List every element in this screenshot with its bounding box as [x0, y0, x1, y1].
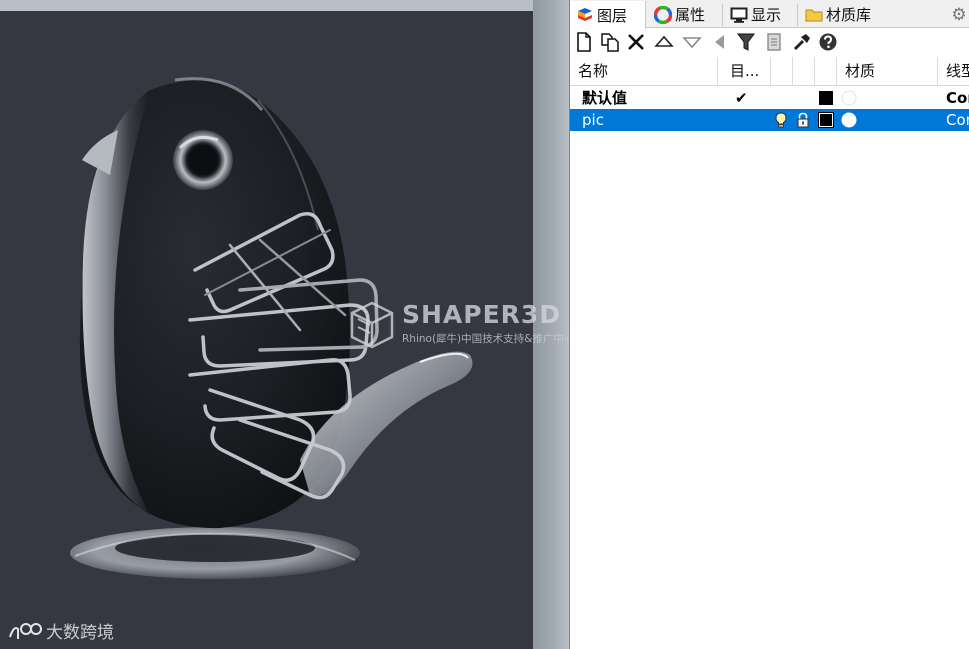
triangle-up-icon: [654, 35, 674, 47]
move-left-button[interactable]: [708, 30, 732, 54]
layer-color-swatch[interactable]: [818, 112, 834, 128]
layer-color-swatch[interactable]: [819, 91, 833, 105]
tab-layers-label: 图层: [597, 6, 628, 25]
layer-linetype[interactable]: Continuous: [946, 109, 969, 131]
tab-material-library[interactable]: 材质库: [799, 1, 895, 28]
corner-logo-icon: [8, 621, 42, 646]
layer-name[interactable]: pic: [582, 109, 712, 131]
current-layer-check-icon[interactable]: ✔: [735, 87, 755, 109]
layer-state-button[interactable]: [762, 30, 786, 54]
funnel-icon: [737, 33, 755, 51]
watermark-title: SHAPER3D: [402, 300, 562, 329]
lightbulb-icon[interactable]: [773, 112, 789, 128]
corner-watermark: 大数跨境: [8, 618, 114, 646]
tab-separator: [797, 4, 798, 26]
tab-separator: [722, 4, 723, 26]
column-separator[interactable]: [814, 57, 815, 86]
corner-watermark-text: 大数跨境: [46, 623, 114, 643]
layers-grid-header: 名称 目... 材质 线型: [570, 57, 969, 86]
layer-name[interactable]: 默认值: [582, 87, 712, 109]
column-separator[interactable]: [792, 57, 793, 86]
lock-icon[interactable]: [795, 112, 811, 128]
table-row[interactable]: pic Continuous: [570, 109, 969, 131]
delete-x-icon: [628, 34, 644, 50]
panel-tab-bar: 图层 属性 显示 材质库 ⚙: [570, 0, 969, 29]
new-document-icon: [577, 32, 591, 52]
layers-icon: [576, 6, 594, 24]
material-sphere-icon[interactable]: [841, 112, 857, 128]
column-header-linetype[interactable]: 线型: [938, 57, 969, 86]
delete-layer-button[interactable]: [624, 30, 648, 54]
material-sphere-icon[interactable]: [841, 90, 857, 106]
triangle-down-icon: [682, 37, 702, 49]
triangle-left-icon: [715, 35, 724, 49]
new-sublayer-button[interactable]: [598, 30, 622, 54]
column-header-current[interactable]: 目...: [718, 57, 770, 86]
tab-properties[interactable]: 属性: [648, 1, 720, 28]
viewport-title-bar: [0, 0, 533, 11]
page-icon: [767, 33, 781, 51]
new-layer-button[interactable]: [572, 30, 596, 54]
help-button[interactable]: [816, 30, 840, 54]
gear-icon[interactable]: ⚙: [950, 6, 968, 24]
hammer-icon: [793, 34, 810, 51]
render-viewport[interactable]: [0, 11, 533, 649]
tab-properties-label: 属性: [675, 6, 706, 24]
monitor-icon: [730, 6, 748, 24]
filter-button[interactable]: [734, 30, 758, 54]
color-wheel-icon: [653, 5, 673, 24]
table-row[interactable]: 默认值 ✔ Continuous: [570, 87, 969, 109]
tab-display-label: 显示: [751, 6, 782, 24]
move-up-button[interactable]: [652, 30, 676, 54]
tab-layers[interactable]: 图层: [570, 1, 646, 29]
folder-icon: [805, 6, 823, 24]
tab-material-library-label: 材质库: [826, 6, 872, 24]
rendered-penguin-model: [70, 77, 473, 579]
watermark-subtitle: Rhino(犀牛)中国技术支持&推广中心: [402, 333, 575, 345]
tab-display[interactable]: 显示: [724, 1, 796, 28]
copy-document-icon: [601, 33, 619, 52]
move-down-button[interactable]: [680, 30, 704, 54]
layer-linetype[interactable]: Continuous: [946, 87, 969, 109]
column-separator[interactable]: [770, 57, 771, 86]
layers-panel: 图层 属性 显示 材质库 ⚙ 名称 目... 材质 线型 默认值 ✔ Co pi…: [569, 0, 969, 649]
column-header-material[interactable]: 材质: [837, 57, 937, 86]
help-icon: [819, 33, 837, 51]
column-header-name[interactable]: 名称: [570, 57, 717, 86]
tools-button[interactable]: [790, 30, 814, 54]
